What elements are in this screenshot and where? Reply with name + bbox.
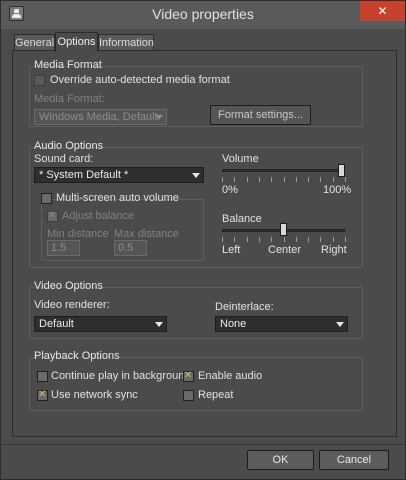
slider-tick [345, 237, 346, 242]
volume-label: Volume [222, 153, 259, 165]
slider-tick [296, 237, 297, 242]
media-format-label: Media Format: [34, 93, 105, 105]
slider-tick [271, 177, 272, 182]
adjust-balance-checkbox[interactable] [47, 210, 58, 222]
slider-tick [333, 177, 334, 182]
window-title: Video properties [152, 6, 254, 22]
balance-center-label: Center [268, 244, 302, 256]
multi-screen-label: Multi-screen auto volume [56, 192, 179, 204]
slider-tick [234, 177, 235, 182]
network-sync-checkbox[interactable] [37, 389, 48, 401]
playback-options-title: Playback Options [34, 350, 120, 362]
video-renderer-value: Default [39, 318, 74, 330]
continue-play-label: Continue play in background [51, 370, 191, 382]
balance-ticks [222, 237, 346, 242]
tab-options[interactable]: Options [55, 32, 98, 52]
footer-separator [1, 444, 405, 445]
chevron-down-icon [335, 319, 345, 329]
deinterlace-select[interactable]: None [215, 316, 348, 332]
balance-slider-thumb[interactable] [280, 223, 287, 236]
slider-tick [296, 177, 297, 182]
slider-tick [271, 237, 272, 242]
format-settings-button[interactable]: Format settings... [210, 105, 311, 125]
slider-tick [333, 237, 334, 242]
min-distance-label: Min distance [47, 228, 109, 240]
slider-tick [222, 237, 223, 242]
slider-tick [222, 177, 223, 182]
balance-right-label: Right [321, 244, 347, 256]
video-renderer-select[interactable]: Default [34, 316, 167, 332]
slider-tick [320, 237, 321, 242]
ok-button[interactable]: OK [247, 450, 314, 470]
min-distance-input[interactable]: 1.5 [47, 240, 80, 256]
cancel-button[interactable]: Cancel [319, 450, 389, 470]
chevron-down-icon [154, 319, 164, 329]
slider-tick [247, 237, 248, 242]
enable-audio-label: Enable audio [198, 370, 263, 382]
media-format-select[interactable]: Windows Media, Default [34, 109, 167, 125]
network-sync-label: Use network sync [51, 389, 138, 401]
slider-tick [284, 177, 285, 182]
volume-min-label: 0% [222, 184, 238, 196]
deinterlace-value: None [220, 318, 247, 330]
deinterlace-label: Deinterlace: [215, 301, 274, 313]
sound-card-value: * System Default * [39, 169, 129, 181]
slider-tick [259, 237, 260, 242]
volume-max-label: 100% [323, 184, 352, 196]
slider-tick [247, 177, 248, 182]
override-format-label: Override auto-detected media format [50, 74, 230, 86]
playback-options-group [29, 357, 363, 411]
enable-audio-checkbox[interactable] [183, 370, 194, 382]
continue-play-checkbox[interactable] [37, 371, 48, 382]
tab-information[interactable]: Information [98, 34, 154, 51]
sound-card-select[interactable]: * System Default * [34, 167, 204, 183]
max-distance-input[interactable]: 0.5 [114, 240, 147, 256]
title-bar[interactable]: Video properties ✕ [1, 1, 405, 29]
repeat-checkbox[interactable] [183, 390, 194, 401]
close-button[interactable]: ✕ [360, 1, 405, 21]
chevron-down-icon [191, 170, 201, 180]
slider-tick [284, 237, 285, 242]
sound-card-label: Sound card: [34, 153, 94, 165]
volume-ticks [222, 177, 346, 182]
media-format-title: Media Format [34, 59, 102, 71]
volume-track [222, 169, 345, 172]
max-distance-label: Max distance [114, 228, 179, 240]
video-properties-window: Video properties ✕ General Options Infor… [0, 0, 406, 480]
close-icon: ✕ [377, 4, 388, 18]
balance-label: Balance [222, 213, 262, 225]
audio-options-title: Audio Options [34, 140, 104, 152]
slider-tick [234, 237, 235, 242]
slider-tick [345, 177, 346, 182]
chevron-down-icon [154, 112, 164, 122]
adjust-balance-label: Adjust balance [62, 210, 135, 222]
video-renderer-label: Video renderer: [34, 299, 110, 311]
volume-slider-thumb[interactable] [338, 164, 345, 177]
slider-tick [320, 177, 321, 182]
repeat-label: Repeat [198, 389, 234, 401]
override-format-checkbox[interactable] [34, 75, 45, 86]
multi-screen-checkbox[interactable] [41, 193, 52, 204]
slider-tick [259, 177, 260, 182]
slider-tick [308, 177, 309, 182]
media-format-value: Windows Media, Default [39, 111, 158, 123]
slider-tick [308, 237, 309, 242]
video-options-title: Video Options [34, 280, 103, 292]
tab-general[interactable]: General [14, 34, 55, 51]
balance-left-label: Left [222, 244, 241, 256]
